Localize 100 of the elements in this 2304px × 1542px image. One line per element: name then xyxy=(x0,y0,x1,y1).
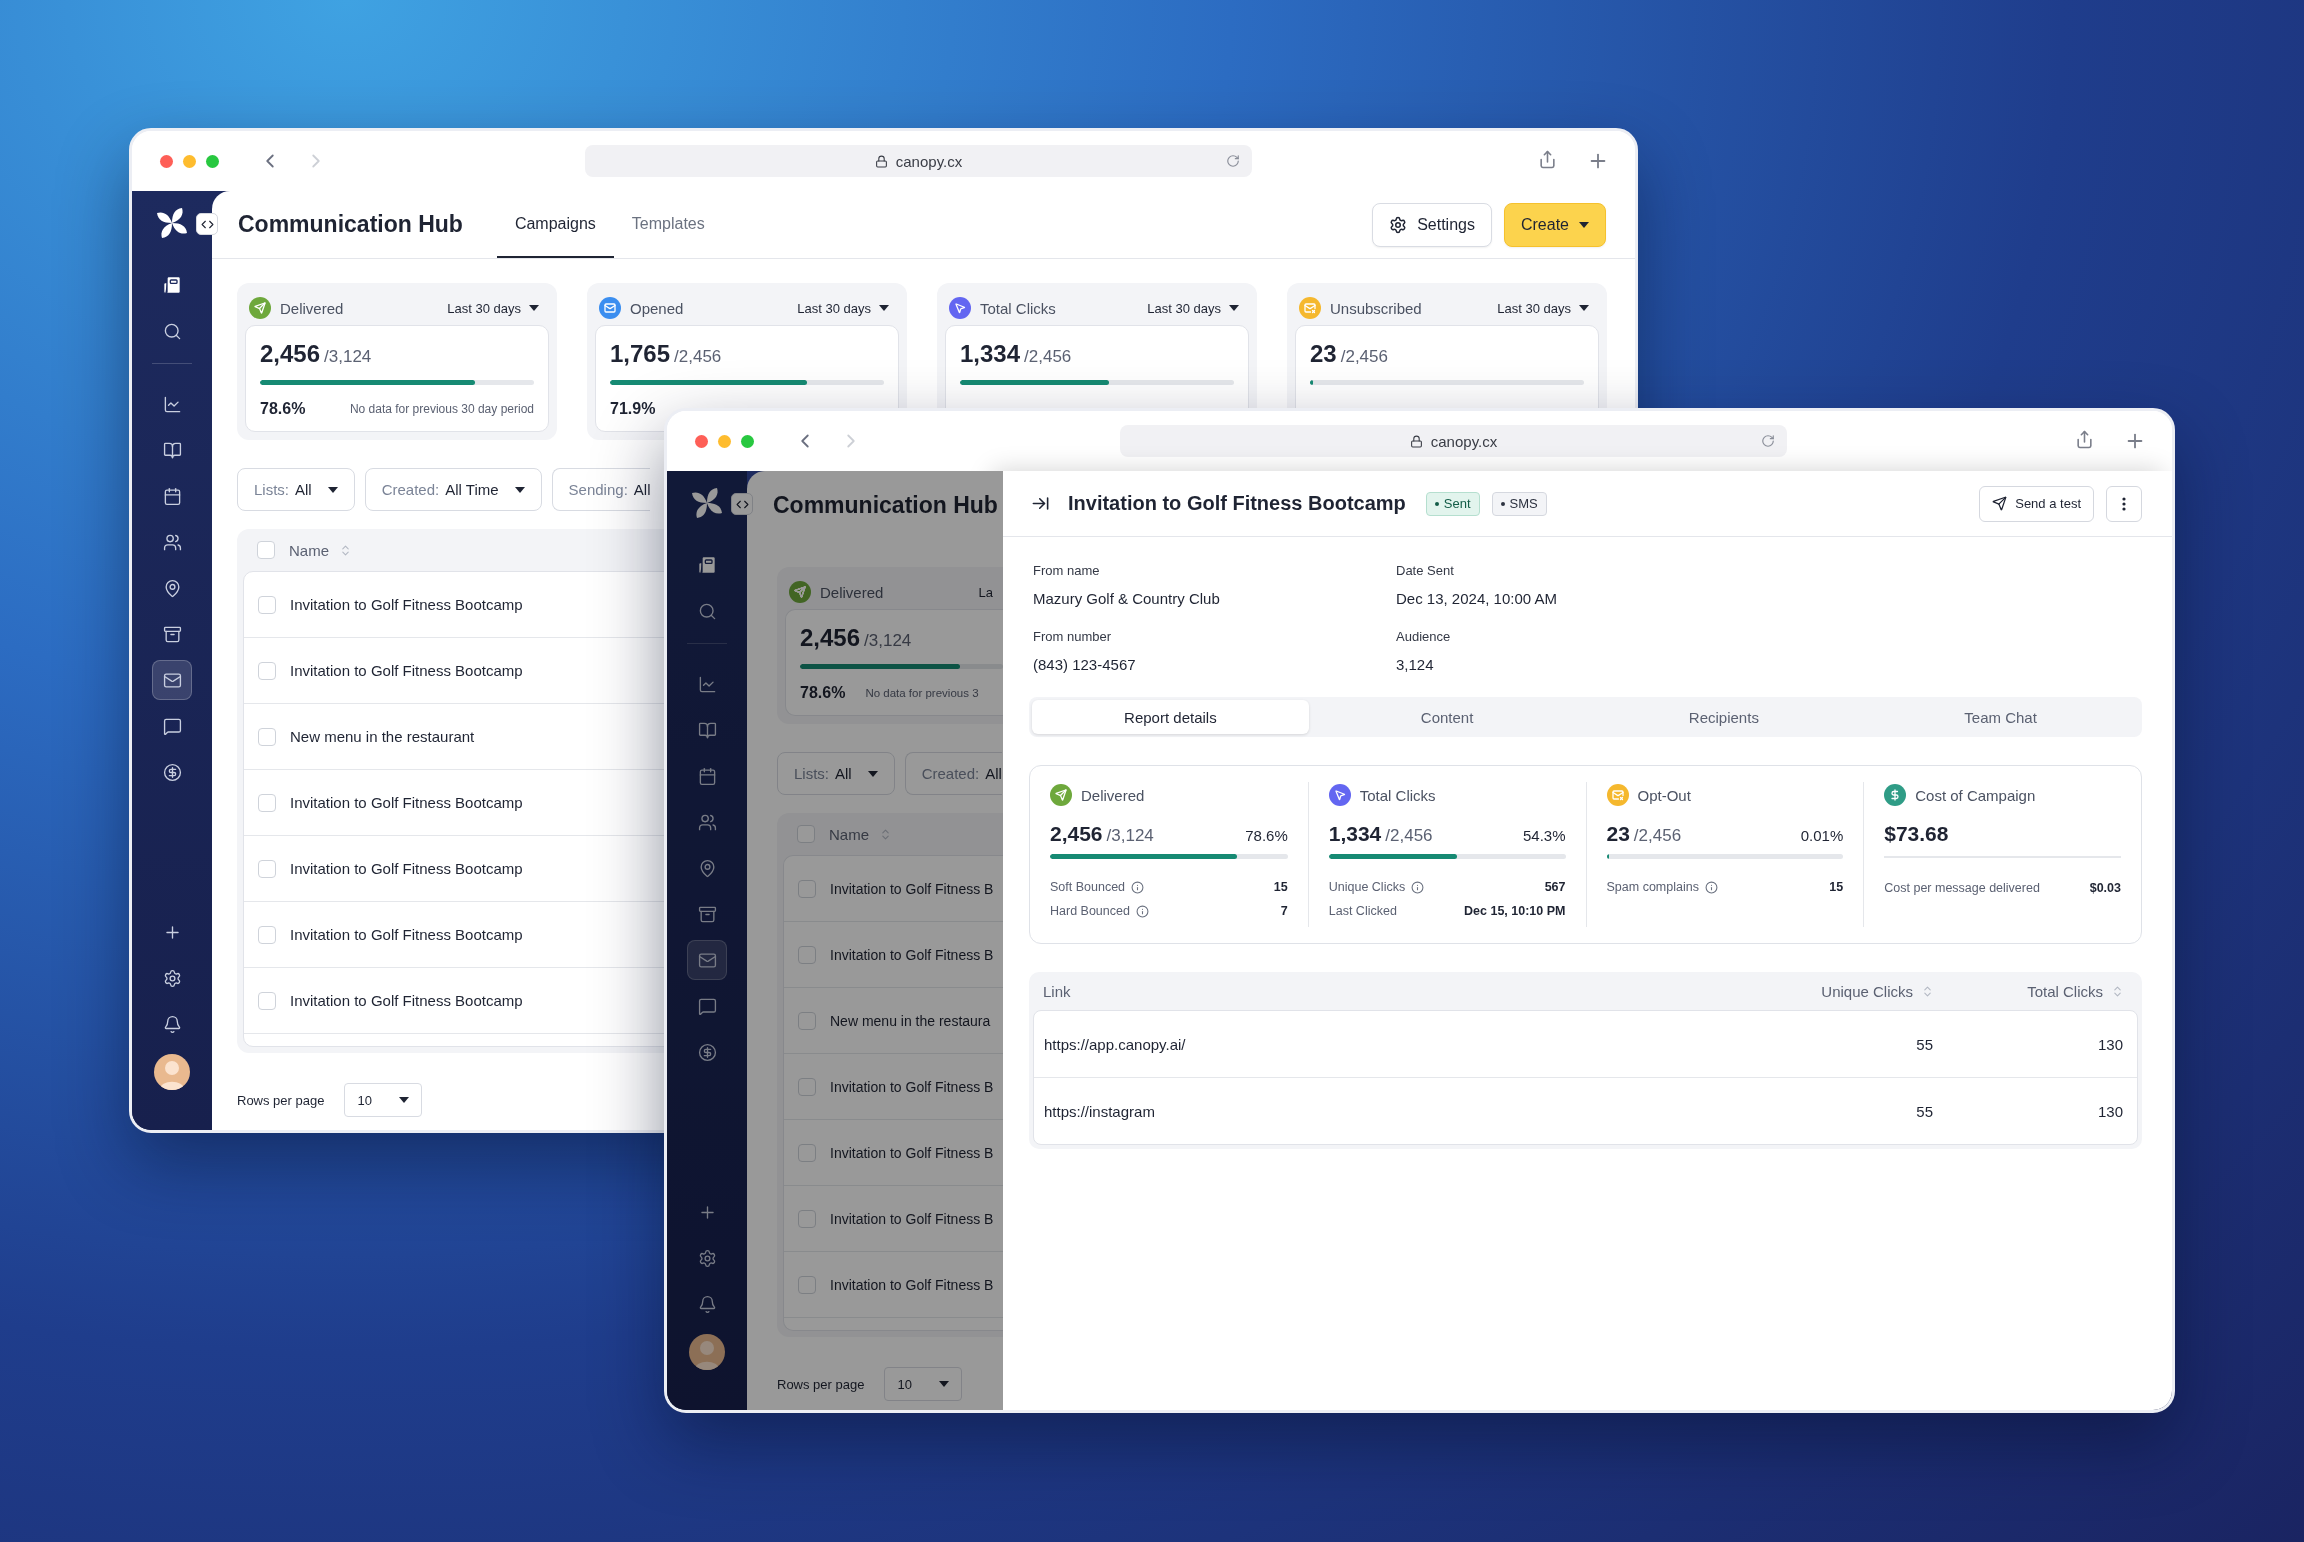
avatar[interactable] xyxy=(689,1334,725,1370)
reload-icon[interactable] xyxy=(1761,434,1775,448)
filter-dropdown[interactable]: Created: All Time xyxy=(364,468,542,511)
tab[interactable]: Team Chat xyxy=(1862,700,2139,734)
logo-icon xyxy=(155,206,189,240)
rows-per-page-select[interactable]: 10 xyxy=(884,1367,963,1401)
code-toggle-button[interactable] xyxy=(196,213,218,235)
campaign-name[interactable]: Invitation to Golf Fitness B xyxy=(830,1210,994,1227)
column-header[interactable]: Name xyxy=(829,825,892,843)
address-bar[interactable]: canopy.cx xyxy=(1120,425,1787,457)
filter-dropdown[interactable]: Lists: All xyxy=(237,468,355,511)
metric-detail-value: Dec 15, 10:10 PM xyxy=(1464,904,1566,918)
close-button[interactable] xyxy=(695,434,708,448)
page-title: Communication Hub xyxy=(238,211,463,238)
checkbox[interactable] xyxy=(258,727,276,746)
column-header[interactable]: Link xyxy=(1043,982,1714,1000)
checkbox[interactable] xyxy=(258,925,276,944)
calendar-icon xyxy=(697,766,717,786)
stat-percent: 78.6% xyxy=(260,400,306,418)
send-test-button[interactable]: Send a test xyxy=(1979,485,2094,522)
checkbox[interactable] xyxy=(258,991,276,1010)
status-badge: Sent xyxy=(1425,491,1480,516)
avatar[interactable] xyxy=(154,1054,190,1090)
info-icon[interactable] xyxy=(1704,880,1718,894)
users-icon xyxy=(162,532,182,552)
metric-label: Delivered xyxy=(1081,786,1145,804)
metric-detail-label: Hard Bounced xyxy=(1050,904,1130,918)
tab[interactable]: Content xyxy=(1308,700,1586,734)
checkbox[interactable] xyxy=(258,793,276,812)
collapse-icon[interactable] xyxy=(1031,494,1050,513)
checkbox[interactable] xyxy=(798,1011,816,1030)
tab[interactable]: Campaigns xyxy=(496,191,614,258)
info-icon[interactable] xyxy=(1135,904,1149,918)
code-toggle-button[interactable] xyxy=(731,493,753,515)
share-icon xyxy=(1538,150,1557,169)
campaign-name[interactable]: New menu in the restaurant xyxy=(290,728,475,745)
period-dropdown[interactable]: Last 30 days xyxy=(447,300,545,316)
checkbox[interactable] xyxy=(798,1275,816,1294)
column-header[interactable]: Unique Clicks xyxy=(1714,982,1934,1000)
campaign-name[interactable]: Invitation to Golf Fitness B xyxy=(830,1078,994,1095)
stat-percent: 71.9% xyxy=(610,400,656,418)
checkbox[interactable] xyxy=(257,541,275,559)
campaign-name[interactable]: New menu in the restaura xyxy=(830,1012,991,1029)
checkbox[interactable] xyxy=(798,879,816,898)
tab[interactable]: Templates xyxy=(613,191,723,258)
more-button[interactable] xyxy=(2106,485,2142,522)
metric-value: 1,334 xyxy=(1328,822,1382,846)
period-dropdown[interactable]: La xyxy=(978,584,999,600)
reload-icon[interactable] xyxy=(1226,154,1240,168)
field-value: Mazury Golf & Country Club xyxy=(1033,590,1221,607)
filter-dropdown[interactable]: Lists: All xyxy=(777,752,895,795)
line-chart-icon xyxy=(162,394,182,414)
column-header[interactable]: Total Clicks xyxy=(1934,982,2124,1000)
campaign-name[interactable]: Invitation to Golf Fitness Bootcamp xyxy=(290,596,523,613)
checkbox[interactable] xyxy=(797,825,815,843)
campaign-name[interactable]: Invitation to Golf Fitness Bootcamp xyxy=(290,794,523,811)
metric-label: Opt-Out xyxy=(1637,786,1691,804)
link-cell[interactable]: https://app.canopy.ai/ xyxy=(1044,1035,1713,1053)
campaign-name[interactable]: Invitation to Golf Fitness Bootcamp xyxy=(290,992,523,1009)
campaign-name[interactable]: Invitation to Golf Fitness B xyxy=(830,946,994,963)
settings-button[interactable]: Settings xyxy=(1372,202,1492,247)
close-button[interactable] xyxy=(160,154,173,168)
info-icon[interactable] xyxy=(1411,880,1425,894)
campaign-name[interactable]: Invitation to Golf Fitness Bootcamp xyxy=(290,860,523,877)
filter-dropdown[interactable]: Sending: All xyxy=(551,468,651,511)
checkbox[interactable] xyxy=(258,661,276,680)
checkbox[interactable] xyxy=(258,595,276,614)
mail-nav-button[interactable] xyxy=(152,660,192,700)
filter-dropdown[interactable]: Created: All xyxy=(904,752,1002,795)
checkbox[interactable] xyxy=(798,1209,816,1228)
book-icon xyxy=(162,440,182,460)
sort-icon xyxy=(339,543,352,557)
campaign-title: Invitation to Golf Fitness Bootcamp xyxy=(1068,492,1406,515)
link-cell[interactable]: https://instagram xyxy=(1044,1102,1713,1120)
address-bar[interactable]: canopy.cx xyxy=(585,145,1252,177)
campaign-name[interactable]: Invitation to Golf Fitness Bootcamp xyxy=(290,926,523,943)
campaign-name[interactable]: Invitation to Golf Fitness B xyxy=(830,1144,994,1161)
campaign-name[interactable]: Invitation to Golf Fitness B xyxy=(830,1276,994,1293)
bell-icon xyxy=(697,1294,717,1314)
period-dropdown[interactable]: Last 30 days xyxy=(797,300,895,316)
checkbox[interactable] xyxy=(798,1077,816,1096)
checkbox[interactable] xyxy=(798,945,816,964)
stat-note: No data for previous 3 xyxy=(865,687,979,699)
period-dropdown[interactable]: Last 30 days xyxy=(1147,300,1245,316)
campaign-name[interactable]: Invitation to Golf Fitness Bootcamp xyxy=(290,662,523,679)
metric-detail-label: Unique Clicks xyxy=(1328,880,1406,894)
info-icon[interactable] xyxy=(1131,880,1145,894)
tab[interactable]: Recipients xyxy=(1585,700,1863,734)
campaign-name[interactable]: Invitation to Golf Fitness B xyxy=(830,880,994,897)
tab[interactable]: Report details xyxy=(1032,700,1309,734)
maximize-button[interactable] xyxy=(741,434,754,448)
mail-nav-button[interactable] xyxy=(687,940,727,980)
create-button[interactable]: Create xyxy=(1503,202,1606,247)
maximize-button[interactable] xyxy=(206,154,219,168)
rows-per-page-select[interactable]: 10 xyxy=(344,1083,423,1117)
checkbox[interactable] xyxy=(798,1143,816,1162)
app-tile-icon xyxy=(697,555,717,575)
period-dropdown[interactable]: Last 30 days xyxy=(1497,300,1595,316)
checkbox[interactable] xyxy=(258,859,276,878)
column-header[interactable]: Name xyxy=(289,541,352,559)
